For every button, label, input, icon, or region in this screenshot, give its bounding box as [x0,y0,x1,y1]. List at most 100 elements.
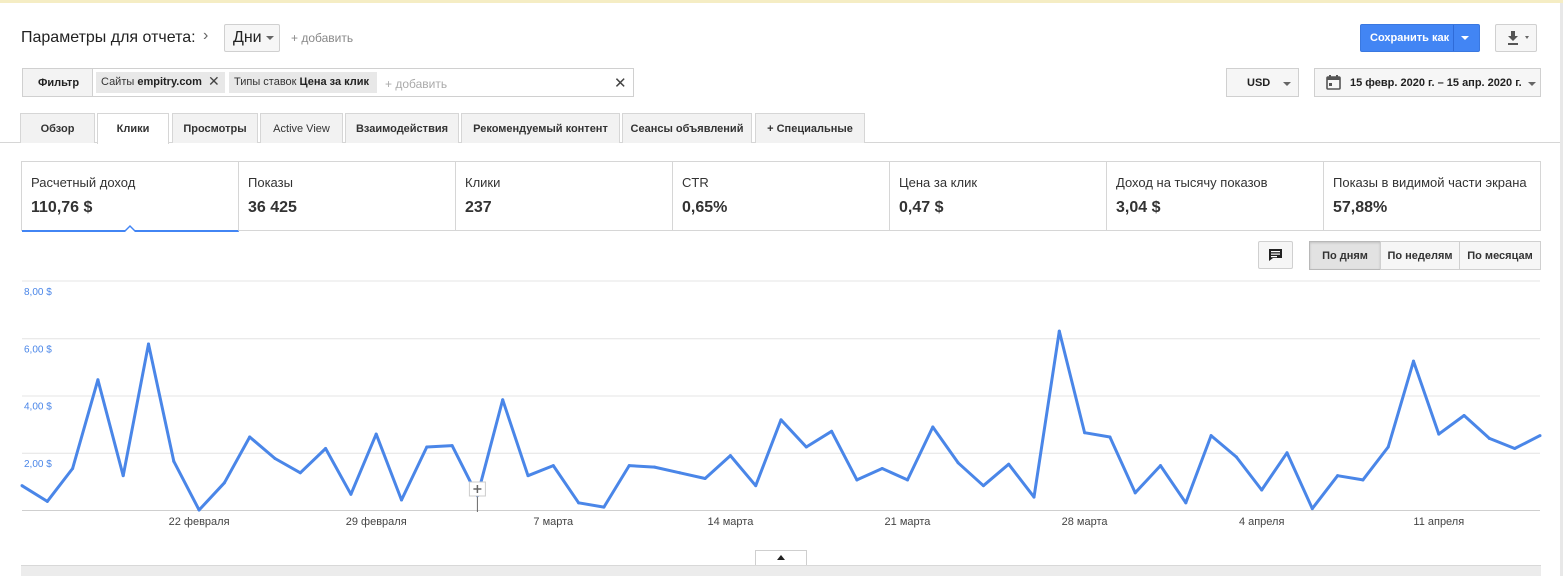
filter-chip-value: Цена за клик [299,76,370,88]
data-point [1260,488,1264,492]
metric-value: 0,47 $ [899,199,944,216]
revenue-line-chart: 2,00 $ 4,00 $ 6,00 $ 8,00 $ 22 февраля 29 фев… [20,280,1542,528]
save-as-dropdown-icon[interactable] [1461,36,1469,40]
metric-estimated-revenue[interactable]: Расчетный доход 110,76 $ [22,162,239,232]
filter-chip-key: Сайты [101,76,135,88]
x-tick-label: 29 февраля [346,516,407,528]
metric-name: CTR [682,175,709,190]
tab-active-view[interactable]: Active View [260,113,343,143]
data-point [172,459,176,463]
data-point [779,418,783,422]
dimension-select-label: Дни [233,29,262,46]
data-point [1083,431,1087,435]
collapse-chart-button[interactable] [755,550,807,566]
data-point [45,499,49,503]
view-weekly-button[interactable]: По неделям [1380,241,1460,270]
tab-custom-label: Специальные [776,123,853,135]
data-point [855,478,859,482]
dimension-select[interactable]: Дни [224,24,280,52]
close-icon[interactable]: ✕ [208,73,220,90]
tab-views[interactable]: Просмотры [172,113,258,143]
data-point [526,474,530,478]
x-tick-label: 28 марта [1062,516,1109,528]
metric-value: 237 [465,199,492,216]
x-tick-label: 4 апреля [1239,516,1285,528]
data-point [1032,495,1036,499]
add-dimension-link[interactable]: + добавить [291,31,353,45]
metric-clicks[interactable]: Клики 237 [456,162,673,230]
filter-label: Фильтр [23,69,93,96]
chevron-down-icon [1528,82,1536,86]
tab-clicks[interactable]: Клики [97,113,169,144]
x-tick-label: 7 марта [533,516,574,528]
date-range-label: 15 февр. 2020 г. – 15 апр. 2020 г. [1350,77,1522,89]
y-tick-label: 8,00 $ [24,287,52,298]
filter-chip-sites[interactable]: Сайты empitry.com ✕ [96,72,225,93]
x-tick-label: 11 апреля [1413,516,1464,528]
metric-name: Цена за клик [899,175,978,190]
data-point [804,445,808,449]
data-point [1133,491,1137,495]
metric-cpc[interactable]: Цена за клик 0,47 $ [890,162,1107,230]
metric-ctr[interactable]: CTR 0,65% [673,162,890,230]
view-daily-button[interactable]: По дням [1309,241,1381,270]
data-point [1234,455,1238,459]
date-range-picker[interactable]: 15 февр. 2020 г. – 15 апр. 2020 г. [1314,68,1541,97]
save-as-button[interactable]: Сохранить как [1360,24,1480,52]
plus-icon: + [767,123,777,135]
data-point [1513,446,1517,450]
filter-bar: Фильтр Сайты empitry.com ✕ Типы ставок Ц… [22,68,634,97]
data-point [71,466,75,470]
tab-custom[interactable]: + Специальные [755,113,865,143]
metric-value: 3,04 $ [1116,199,1161,216]
data-point [678,471,682,475]
data-point [1057,329,1061,333]
filter-chip-key: Типы ставок [234,76,297,88]
clear-filters-icon[interactable]: ✕ [614,74,627,92]
tab-ad-sessions[interactable]: Сеансы объявлений [622,113,752,143]
data-point [956,461,960,465]
data-point [298,471,302,475]
data-point [703,477,707,481]
metric-rpm[interactable]: Доход на тысячу показов 3,04 $ [1107,162,1324,230]
y-tick-label: 6,00 $ [24,344,52,355]
data-point [1184,501,1188,505]
metric-value: 0,65% [682,199,728,216]
tab-interactions[interactable]: Взаимодействия [345,113,459,143]
data-point [273,456,277,460]
x-tick-label: 22 февраля [169,516,230,528]
data-point [1462,414,1466,418]
annotations-button[interactable] [1258,241,1293,269]
y-tick-label: 2,00 $ [24,459,52,470]
data-point [906,478,909,482]
metric-viewability[interactable]: Показы в видимой части экрана 57,88% [1324,162,1540,230]
report-params-title: Параметры для отчета: [21,29,196,46]
data-point [450,444,454,448]
data-point [880,466,884,470]
data-point [349,492,353,496]
data-point [1538,434,1542,438]
data-point [374,432,378,436]
data-point [1159,464,1162,468]
active-metric-pointer-icon [124,224,136,232]
metric-name: Доход на тысячу показов [1116,175,1268,190]
data-point [197,508,201,512]
data-point [222,481,226,485]
data-point [1487,436,1491,440]
data-point [1361,478,1365,482]
metric-name: Показы [248,175,293,190]
metric-name: Показы в видимой части экрана [1333,175,1527,190]
view-monthly-button[interactable]: По месяцам [1459,241,1541,270]
metric-name: Клики [465,175,501,190]
filter-add-input[interactable]: + добавить [385,77,447,91]
currency-select[interactable]: USD [1226,68,1299,97]
metric-value: 110,76 $ [31,199,93,216]
metric-impressions[interactable]: Показы 36 425 [239,162,456,230]
save-as-divider [1453,25,1454,51]
tab-recommended-content[interactable]: Рекомендуемый контент [461,113,620,143]
data-point [754,484,758,488]
data-point [1108,435,1112,439]
filter-chip-bid-type[interactable]: Типы ставок Цена за клик [229,72,377,93]
download-button[interactable] [1495,24,1537,52]
tab-overview[interactable]: Обзор [20,113,95,143]
